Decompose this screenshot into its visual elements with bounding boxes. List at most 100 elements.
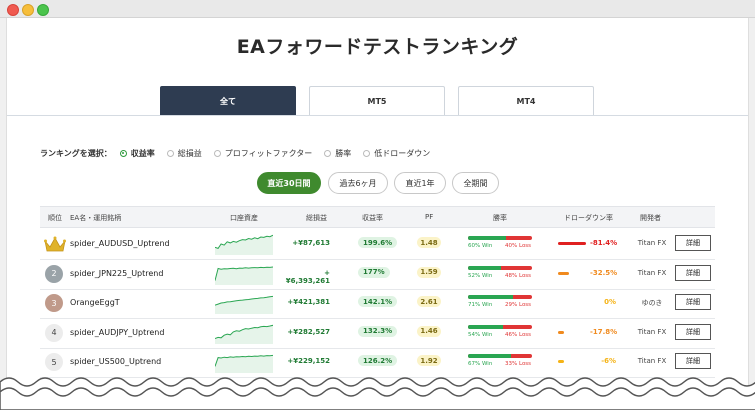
radio-low-drawdown[interactable]: 低ドローダウン (363, 148, 430, 159)
header-drawdown: ドローダウン率 (564, 214, 613, 222)
period-6-months[interactable]: 過去6ヶ月 (328, 172, 388, 194)
radio-icon (363, 149, 371, 157)
pf-badge: 1.48 (417, 237, 441, 248)
drawdown-value: -32.5% (590, 268, 618, 277)
win-rate-bar (468, 324, 532, 329)
table-row: 3 OrangeEggT +¥421,381 142.1% 2.61 71% Win 29%… (40, 289, 715, 319)
radio-win-rate[interactable]: 勝率 (324, 148, 351, 159)
radio-selected-icon (119, 149, 127, 157)
table-row: spider_AUDUSD_Uptrend +¥87,613 199.6% 1.48 6… (40, 230, 715, 260)
win-label: 54% Win (468, 331, 493, 338)
balance-sparkline (215, 234, 273, 255)
detail-button[interactable]: 詳細 (675, 235, 711, 251)
period-1-year[interactable]: 直近1年 (394, 172, 446, 194)
drawdown-value: -17.8% (590, 327, 618, 336)
win-rate-fill (468, 236, 507, 240)
period-30-days[interactable]: 直近30日間 (257, 172, 321, 194)
page-title: EAフォワードテストランキング (236, 36, 519, 58)
radio-return-rate[interactable]: 収益率 (119, 148, 155, 159)
win-rate-fill (468, 324, 503, 329)
window-right-edge (748, 18, 755, 410)
detail-button[interactable]: 詳細 (675, 294, 711, 310)
period-all-time[interactable]: 全期間 (452, 172, 499, 194)
sparkline-area (215, 266, 273, 285)
detail-button[interactable]: 詳細 (675, 323, 711, 340)
detail-button[interactable]: 詳細 (675, 353, 711, 369)
return-rate-badge: 142.1% (358, 296, 398, 307)
sparkline-area (215, 324, 273, 344)
win-rate-bar (468, 265, 532, 270)
total-profit: +¥87,613 (292, 239, 330, 247)
ea-name[interactable]: OrangeEggT (70, 298, 120, 307)
loss-label: 29% Loss (505, 302, 532, 308)
tab-all[interactable]: 全て (160, 86, 296, 116)
radio-icon (213, 149, 221, 157)
drawdown-bar (558, 330, 564, 334)
close-window-button[interactable] (7, 4, 19, 16)
win-rate-fill (468, 354, 511, 358)
maximize-window-button[interactable] (37, 4, 49, 16)
header-developer: 開発者 (640, 214, 661, 222)
tab-mt4[interactable]: MT4 (458, 86, 594, 116)
minimize-window-button[interactable] (22, 4, 34, 16)
radio-total-profit[interactable]: 総損益 (166, 148, 202, 159)
table-row: 2 spider_JPN225_Uptrend +¥6,393,261 177% 1.5… (40, 260, 715, 290)
win-rate-bar (468, 236, 532, 240)
sparkline-area (215, 296, 273, 314)
ea-name[interactable]: spider_JPN225_Uptrend (70, 269, 163, 278)
win-rate-bar (468, 295, 532, 299)
return-rate-badge: 177% (358, 266, 390, 278)
developer-name: ゆのき (641, 299, 663, 307)
tab-mt5[interactable]: MT5 (309, 86, 445, 116)
ranking-selector-label: ランキングを選択： (40, 148, 112, 158)
radio-icon (324, 149, 332, 157)
rank-badge: 3 (45, 294, 63, 312)
loss-label: 46% Loss (505, 331, 532, 338)
torn-edge (0, 377, 755, 410)
header-return: 収益率 (362, 214, 383, 222)
header-profit: 総損益 (306, 214, 327, 222)
return-rate-badge: 126.2% (358, 355, 398, 366)
ranking-selector: ランキングを選択： 収益率 総損益 プロフィットファクター 勝率 低ドローダウン (40, 146, 442, 160)
developer-name: Titan FX (637, 239, 667, 247)
pf-badge: 1.46 (417, 325, 441, 337)
loss-label: 33% Loss (505, 361, 532, 367)
window-titlebar (0, 0, 755, 18)
drawdown-bar (558, 271, 569, 275)
table-header: 順位 EA名・運用銘柄 口座資産 総損益 収益率 PF 勝率 ドローダウン率 開… (40, 206, 715, 228)
win-label: 52% Win (468, 272, 493, 279)
total-profit: +¥6,393,261 (285, 268, 330, 285)
win-rate-fill (468, 265, 502, 270)
tab-divider (7, 115, 748, 116)
rank-badge: 2 (45, 264, 63, 283)
ea-name[interactable]: spider_AUDUSD_Uptrend (70, 239, 170, 248)
pf-badge: 1.92 (417, 355, 441, 366)
return-rate-badge: 199.6% (358, 237, 398, 248)
return-rate-badge: 132.3% (358, 325, 398, 337)
ea-name[interactable]: spider_US500_Uptrend (70, 357, 161, 366)
window-left-edge (0, 18, 7, 410)
header-ea: EA名・運用銘柄 (70, 214, 122, 222)
drawdown-bar (558, 360, 564, 363)
pf-badge: 2.61 (417, 296, 441, 307)
win-label: 71% Win (468, 302, 493, 308)
developer-name: Titan FX (637, 357, 667, 365)
developer-name: Titan FX (637, 327, 667, 336)
win-rate-fill (468, 295, 514, 299)
detail-button[interactable]: 詳細 (675, 264, 711, 281)
drawdown-value: 0% (604, 298, 616, 306)
header-balance: 口座資産 (230, 214, 258, 222)
loss-label: 40% Loss (505, 243, 532, 249)
drawdown-value: -81.4% (590, 239, 618, 247)
ea-name[interactable]: spider_AUDJPY_Uptrend (70, 328, 164, 337)
developer-name: Titan FX (637, 268, 667, 277)
header-win-rate: 勝率 (493, 214, 507, 222)
total-profit: +¥229,152 (287, 357, 330, 365)
drawdown-bar (558, 242, 586, 245)
radio-icon (166, 149, 174, 157)
total-profit: +¥421,381 (287, 298, 330, 306)
win-label: 60% Win (468, 243, 493, 249)
balance-sparkline (215, 266, 273, 285)
radio-profit-factor[interactable]: プロフィットファクター (213, 148, 312, 159)
browser-window: EAフォワードテストランキング 全て MT5 MT4 ランキングを選択： 収益率… (0, 0, 755, 410)
